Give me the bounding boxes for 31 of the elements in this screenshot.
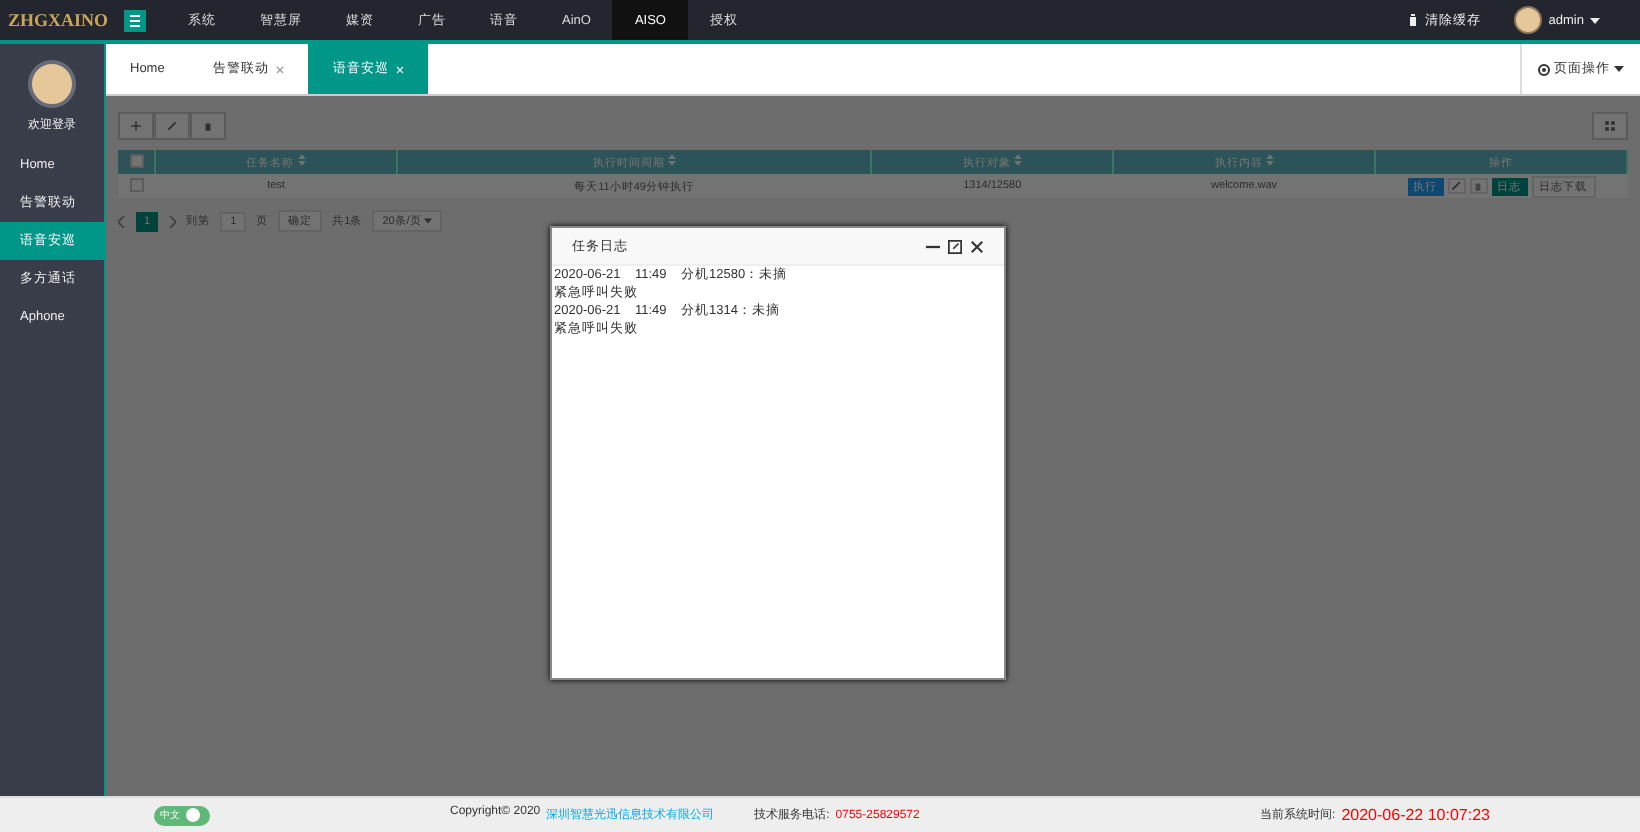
caret-icon bbox=[1614, 66, 1624, 72]
close-icon[interactable] bbox=[970, 239, 984, 253]
delete-button[interactable] bbox=[1469, 178, 1487, 194]
menu-icon[interactable] bbox=[124, 9, 146, 31]
add-icon bbox=[130, 120, 142, 132]
trash-icon bbox=[1472, 180, 1484, 192]
trash-icon bbox=[1408, 14, 1419, 26]
delete-button[interactable] bbox=[190, 112, 226, 140]
sort-icon[interactable] bbox=[667, 154, 676, 166]
user-avatar[interactable] bbox=[1514, 6, 1543, 34]
logo: ZHGXAINO bbox=[8, 10, 109, 30]
sort-icon[interactable] bbox=[1265, 154, 1274, 166]
row-checkbox[interactable] bbox=[129, 177, 144, 191]
columns-button[interactable] bbox=[1592, 112, 1628, 140]
sort-icon[interactable] bbox=[1013, 154, 1022, 166]
maximize-icon[interactable] bbox=[948, 239, 962, 253]
grid-icon bbox=[1604, 120, 1616, 132]
caret-icon bbox=[1590, 17, 1600, 23]
prev-page-icon[interactable] bbox=[118, 215, 126, 227]
next-page-icon[interactable] bbox=[168, 215, 177, 227]
edit-button[interactable] bbox=[154, 112, 190, 140]
system-time: 2020-06-22 10:07:23 bbox=[1341, 806, 1490, 824]
trash-icon bbox=[202, 120, 214, 132]
select-all-checkbox[interactable] bbox=[129, 153, 143, 167]
caret-icon bbox=[424, 218, 433, 224]
pencil-icon bbox=[166, 120, 178, 132]
pencil-icon bbox=[1450, 180, 1462, 192]
sort-icon[interactable] bbox=[297, 154, 306, 166]
edit-button[interactable] bbox=[1447, 178, 1465, 194]
user-avatar bbox=[28, 60, 76, 108]
add-button[interactable] bbox=[118, 112, 154, 140]
